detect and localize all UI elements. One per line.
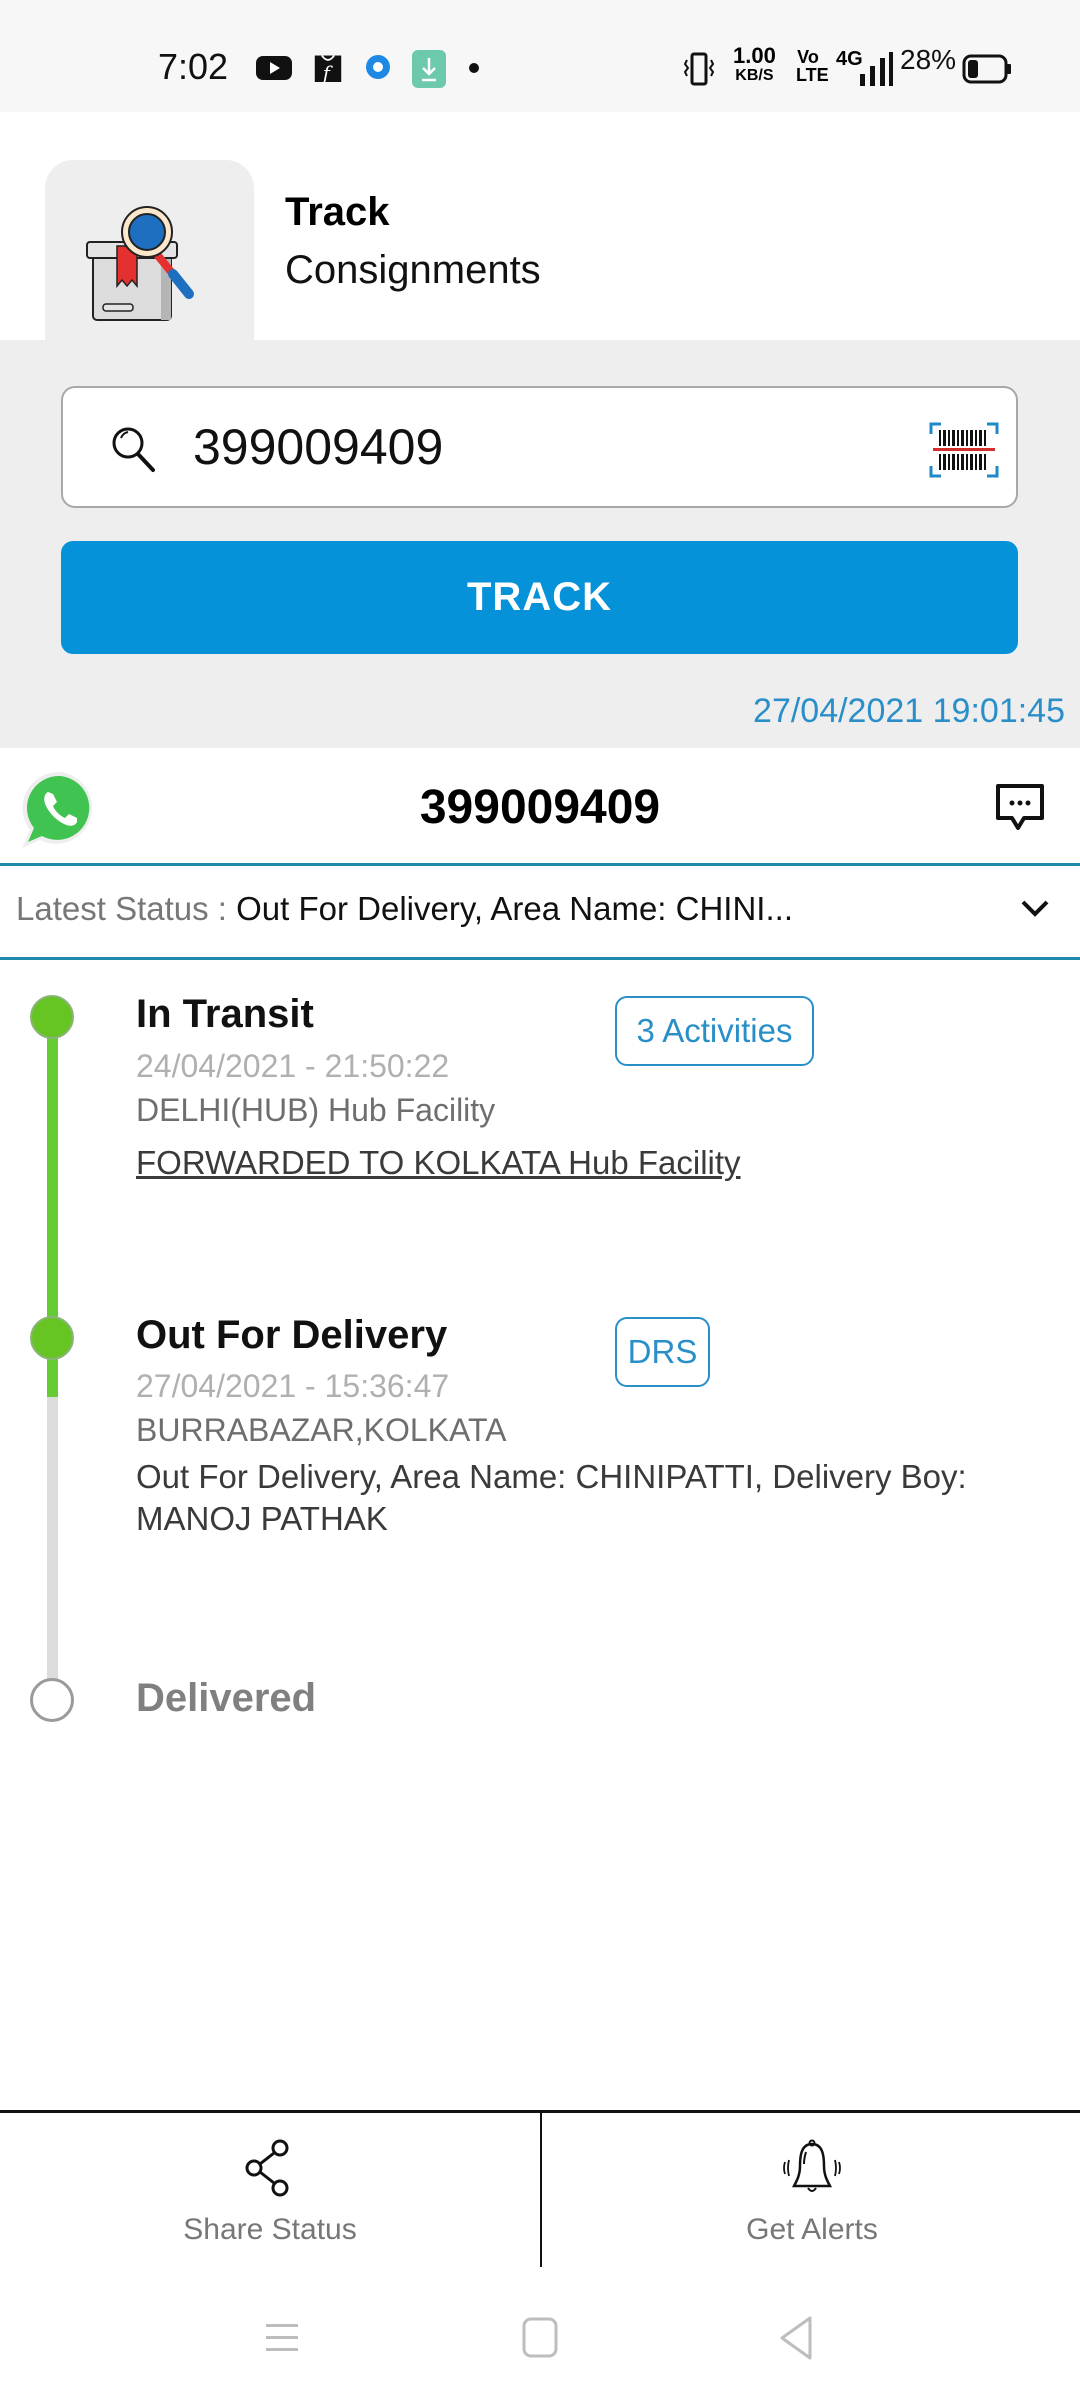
timeline-dot-pending (30, 1678, 74, 1722)
drs-badge[interactable]: DRS (615, 1317, 710, 1387)
get-alerts-button[interactable]: Get Alerts (542, 2113, 1080, 2268)
track-button[interactable]: TRACK (61, 541, 1018, 654)
chat-icon[interactable] (994, 782, 1046, 834)
home-icon[interactable] (520, 2316, 560, 2360)
share-icon (245, 2139, 289, 2197)
event-location: BURRABAZAR,KOLKATA (136, 1412, 507, 1448)
barcode-scan-icon[interactable] (929, 422, 999, 478)
net-speed: 1.00 KB/S (733, 43, 776, 85)
activities-badge[interactable]: 3 Activities (615, 996, 814, 1066)
event-title: Delivered (136, 1676, 317, 1720)
event-description: Out For Delivery, Area Name: CHINIPATTI,… (136, 1458, 967, 1537)
youtube-icon (256, 56, 292, 80)
consignment-number: 399009409 (419, 781, 661, 834)
page-subtitle: Consignments (285, 248, 541, 292)
latest-status-label: Latest Status : (16, 890, 237, 927)
dot-icon (469, 63, 479, 73)
timeline-line-pending (47, 1397, 58, 1697)
volte-indicator: Vo LTE (796, 47, 829, 85)
share-status-button[interactable]: Share Status (0, 2113, 540, 2268)
timeline-dot-completed (30, 995, 74, 1039)
menu-icon[interactable] (262, 2318, 302, 2358)
battery-percent: 28% (900, 44, 957, 75)
consignment-number-input[interactable] (193, 414, 893, 480)
bell-icon (783, 2139, 841, 2192)
event-location: DELHI(HUB) Hub Facility (136, 1092, 496, 1128)
last-updated-timestamp: 27/04/2021 19:01:45 (753, 692, 1065, 730)
chevron-down-icon[interactable] (1020, 898, 1050, 918)
event-title: In Transit (136, 992, 314, 1036)
timeline-dot-completed (30, 1316, 74, 1360)
vibrate-icon (683, 52, 715, 86)
share-status-label: Share Status (183, 2213, 357, 2246)
event-title: Out For Delivery (136, 1313, 448, 1357)
get-alerts-label: Get Alerts (746, 2213, 878, 2246)
consignment-search-field[interactable] (61, 386, 1018, 508)
battery-icon (962, 54, 1011, 84)
latest-status-value: Out For Delivery, Area Name: CHINI... (236, 890, 793, 927)
event-datetime: 24/04/2021 - 21:50:22 (136, 1048, 450, 1084)
event-description-link[interactable]: FORWARDED TO KOLKATA Hub Facility (136, 1142, 1036, 1184)
status-time: 7:02 (158, 46, 229, 87)
logo-container (45, 160, 254, 342)
flipkart-icon: f (314, 54, 342, 82)
download-icon (412, 50, 446, 88)
back-icon[interactable] (776, 2314, 816, 2362)
app-notification-icon (366, 55, 390, 79)
latest-status: Latest Status : Out For Delivery, Area N… (16, 890, 793, 928)
page-title: Track (285, 190, 390, 234)
search-icon (112, 427, 155, 472)
event-datetime: 27/04/2021 - 15:36:47 (136, 1368, 450, 1404)
track-consignment-icon (86, 206, 194, 321)
signal-icon (860, 52, 893, 86)
